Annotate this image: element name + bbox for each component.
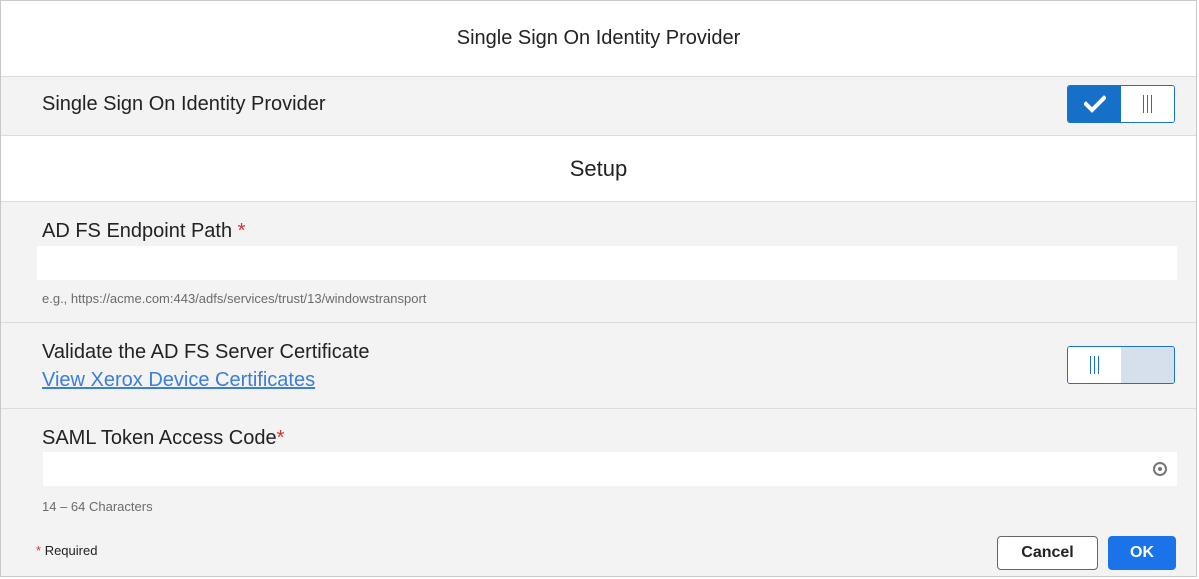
saml-access-code-input[interactable] [43,452,1177,486]
toggle-on-half[interactable] [1121,347,1174,383]
enable-row: Single Sign On Identity Provider [1,77,1196,136]
view-certificates-link[interactable]: View Xerox Device Certificates [42,369,315,392]
required-star: * [36,543,42,558]
enable-toggle[interactable] [1067,85,1175,123]
toggle-on-half[interactable] [1068,86,1121,122]
endpoint-input[interactable] [37,246,1177,280]
setup-header: Setup [1,136,1196,202]
validate-cert-toggle[interactable] [1067,346,1175,384]
enable-label: Single Sign On Identity Provider [42,93,326,115]
endpoint-row: AD FS Endpoint Path * e.g., https://acme… [1,202,1196,323]
saml-hint: 14 – 64 Characters [42,499,153,514]
cancel-button[interactable]: Cancel [997,536,1098,570]
saml-row: SAML Token Access Code* 14 – 64 Characte… [1,409,1196,527]
required-star: * [276,427,285,449]
toggle-off-half[interactable] [1068,347,1121,383]
dialog-title: Single Sign On Identity Provider [1,1,1196,77]
endpoint-hint: e.g., https://acme.com:443/adfs/services… [42,291,427,306]
dialog-footer: * Required Cancel OK [1,526,1196,576]
required-note: * Required [36,543,97,558]
toggle-bars-icon [1090,356,1099,374]
endpoint-label: AD FS Endpoint Path * [42,220,245,243]
toggle-off-half[interactable] [1121,86,1174,122]
saml-label: SAML Token Access Code* [42,427,284,450]
validate-cert-row: Validate the AD FS Server Certificate Vi… [1,323,1196,409]
ok-button[interactable]: OK [1108,536,1176,570]
required-text: Required [44,543,98,558]
check-icon [1083,95,1106,113]
toggle-bars-icon [1143,95,1152,113]
endpoint-label-text: AD FS Endpoint Path [42,220,233,242]
sso-dialog: Single Sign On Identity Provider Single … [0,0,1197,577]
validate-cert-label: Validate the AD FS Server Certificate [42,341,370,363]
eye-icon[interactable] [1153,462,1167,476]
saml-label-text: SAML Token Access Code [42,427,277,449]
required-star: * [237,220,246,242]
